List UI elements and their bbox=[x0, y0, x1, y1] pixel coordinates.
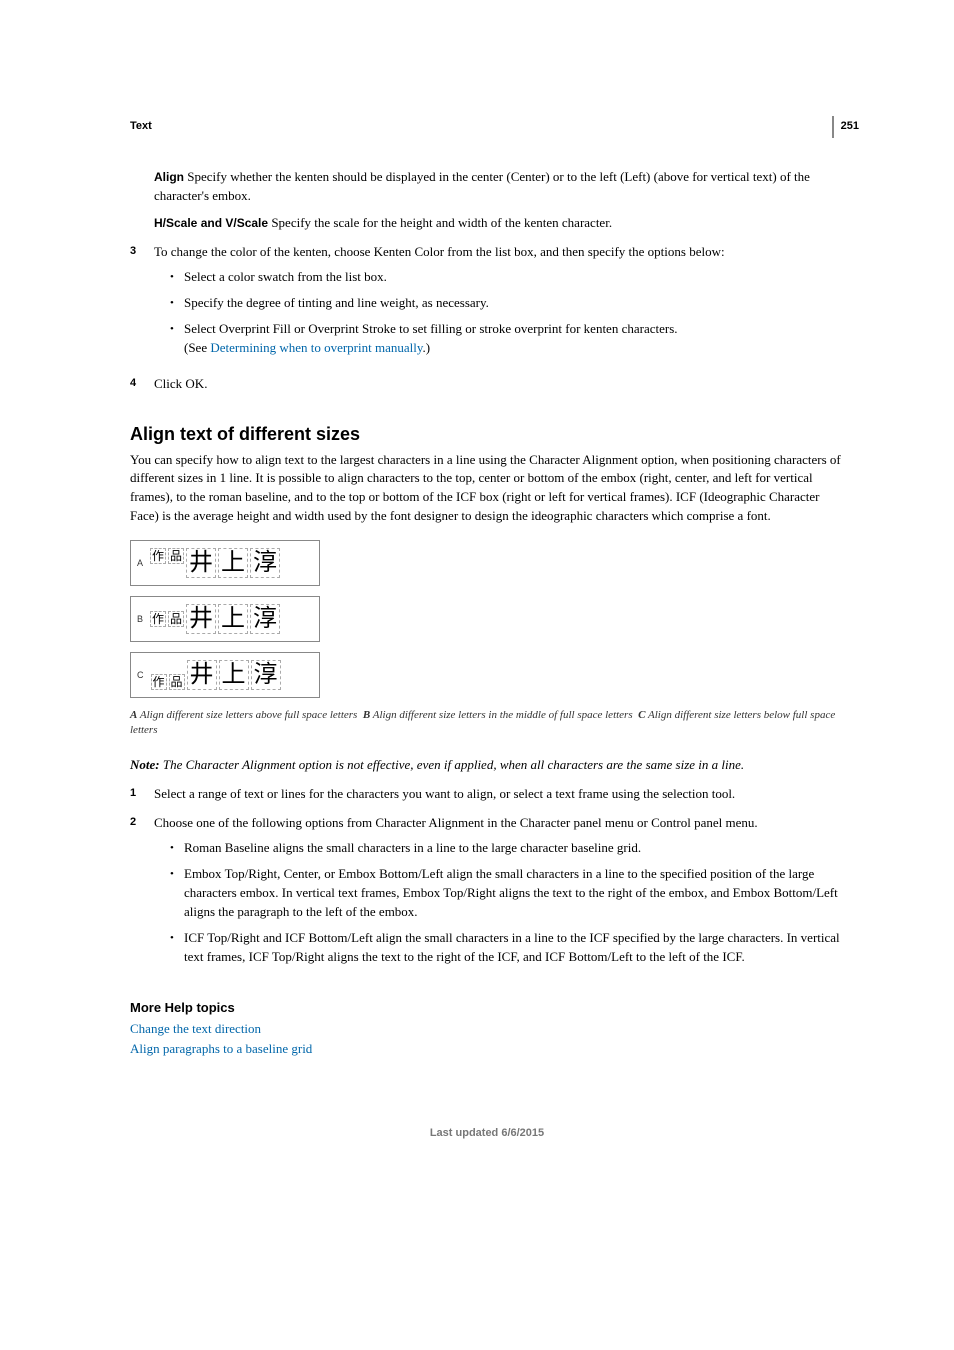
see-also: (See Determining when to overprint manua… bbox=[184, 339, 844, 358]
figure-label-c: C bbox=[137, 670, 144, 680]
step-1-text: Select a range of text or lines for the … bbox=[154, 785, 844, 804]
glyph-small: 作 bbox=[151, 674, 167, 690]
glyph-large: 上 bbox=[219, 660, 249, 690]
bullet-icon: • bbox=[170, 268, 184, 287]
bullet-text: Select a color swatch from the list box. bbox=[184, 268, 844, 287]
bullet-icon: • bbox=[170, 865, 184, 922]
term-align: Align bbox=[154, 170, 184, 184]
heading-align-text: Align text of different sizes bbox=[130, 424, 844, 445]
bullet-icon: • bbox=[170, 839, 184, 858]
link-align-paragraphs-baseline[interactable]: Align paragraphs to a baseline grid bbox=[130, 1041, 844, 1057]
chapter-heading: Text bbox=[130, 120, 844, 132]
bullet-icon: • bbox=[170, 294, 184, 313]
figure-label-a: A bbox=[137, 558, 143, 568]
page-number: 251 bbox=[841, 120, 859, 132]
note-text: The Character Alignment option is not ef… bbox=[163, 757, 744, 772]
glyph-small: 作 bbox=[150, 548, 166, 564]
glyph-large: 井 bbox=[186, 604, 216, 634]
bullet-icon: • bbox=[170, 929, 184, 967]
step-2-bullet-2: • Embox Top/Right, Center, or Embox Bott… bbox=[170, 865, 844, 922]
link-overprint[interactable]: Determining when to overprint manually bbox=[210, 340, 422, 355]
term-align-desc: Specify whether the kenten should be dis… bbox=[154, 169, 810, 203]
definition-scale: H/Scale and V/Scale Specify the scale fo… bbox=[154, 214, 844, 233]
see-prefix: (See bbox=[184, 340, 210, 355]
step-2-bullet-1: • Roman Baseline aligns the small charac… bbox=[170, 839, 844, 858]
caption-text-b: Align different size letters in the midd… bbox=[373, 709, 633, 721]
figure-caption: A Align different size letters above ful… bbox=[130, 708, 844, 739]
step-number: 2 bbox=[130, 814, 154, 974]
glyph-small: 品 bbox=[169, 674, 185, 690]
glyph-small: 作 bbox=[150, 611, 166, 627]
bullet-icon: • bbox=[170, 320, 184, 358]
caption-label-c: C bbox=[638, 709, 645, 721]
see-suffix: .) bbox=[423, 340, 431, 355]
page-number-divider bbox=[832, 116, 834, 138]
step-number: 4 bbox=[130, 375, 154, 394]
page-footer: Last updated 6/6/2015 bbox=[130, 1127, 844, 1139]
term-scale-desc: Specify the scale for the height and wid… bbox=[271, 215, 612, 230]
step-2-bullet-3: • ICF Top/Right and ICF Bottom/Left alig… bbox=[170, 929, 844, 967]
step-3-bullet-3: • Select Overprint Fill or Overprint Str… bbox=[170, 320, 844, 358]
step-number: 1 bbox=[130, 785, 154, 804]
bullet-text: Roman Baseline aligns the small characte… bbox=[184, 839, 844, 858]
glyph-small: 品 bbox=[168, 548, 184, 564]
more-help-heading: More Help topics bbox=[130, 1000, 844, 1015]
step-3-bullet-2: • Specify the degree of tinting and line… bbox=[170, 294, 844, 313]
figure-row-b: B 作 品 井 上 淳 bbox=[130, 596, 320, 642]
step-2-text: Choose one of the following options from… bbox=[154, 814, 844, 833]
bullet-text: Specify the degree of tinting and line w… bbox=[184, 294, 844, 313]
step-3: 3 To change the color of the kenten, cho… bbox=[154, 243, 844, 365]
step-1: 1 Select a range of text or lines for th… bbox=[154, 785, 844, 804]
link-change-text-direction[interactable]: Change the text direction bbox=[130, 1021, 844, 1037]
step-4-text: Click OK. bbox=[154, 375, 844, 394]
step-number: 3 bbox=[130, 243, 154, 365]
figure-row-a: A 作 品 井 上 淳 bbox=[130, 540, 320, 586]
glyph-small: 品 bbox=[168, 611, 184, 627]
step-3-bullet-1: • Select a color swatch from the list bo… bbox=[170, 268, 844, 287]
bullet-text: Select Overprint Fill or Overprint Strok… bbox=[184, 320, 844, 339]
step-2: 2 Choose one of the following options fr… bbox=[154, 814, 844, 974]
caption-label-b: B bbox=[363, 709, 370, 721]
glyph-large: 上 bbox=[218, 604, 248, 634]
glyph-large: 井 bbox=[186, 548, 216, 578]
caption-label-a: A bbox=[130, 709, 137, 721]
figure-alignment: A 作 品 井 上 淳 B 作 品 井 上 淳 C 作 品 bbox=[130, 540, 844, 698]
glyph-large: 淳 bbox=[251, 660, 281, 690]
glyph-large: 淳 bbox=[250, 604, 280, 634]
note-block: Note: The Character Alignment option is … bbox=[130, 757, 844, 773]
note-label: Note: bbox=[130, 757, 160, 772]
definition-align: Align Specify whether the kenten should … bbox=[154, 168, 844, 206]
figure-row-c: C 作 品 井 上 淳 bbox=[130, 652, 320, 698]
glyph-large: 井 bbox=[187, 660, 217, 690]
figure-label-b: B bbox=[137, 614, 143, 624]
step-4: 4 Click OK. bbox=[154, 375, 844, 394]
bullet-text: ICF Top/Right and ICF Bottom/Left align … bbox=[184, 929, 844, 967]
bullet-text: Embox Top/Right, Center, or Embox Bottom… bbox=[184, 865, 844, 922]
glyph-large: 上 bbox=[218, 548, 248, 578]
term-scale: H/Scale and V/Scale bbox=[154, 216, 268, 230]
intro-paragraph: You can specify how to align text to the… bbox=[130, 451, 844, 526]
glyph-large: 淳 bbox=[250, 548, 280, 578]
step-3-text: To change the color of the kenten, choos… bbox=[154, 243, 844, 262]
caption-text-a: Align different size letters above full … bbox=[140, 709, 357, 721]
